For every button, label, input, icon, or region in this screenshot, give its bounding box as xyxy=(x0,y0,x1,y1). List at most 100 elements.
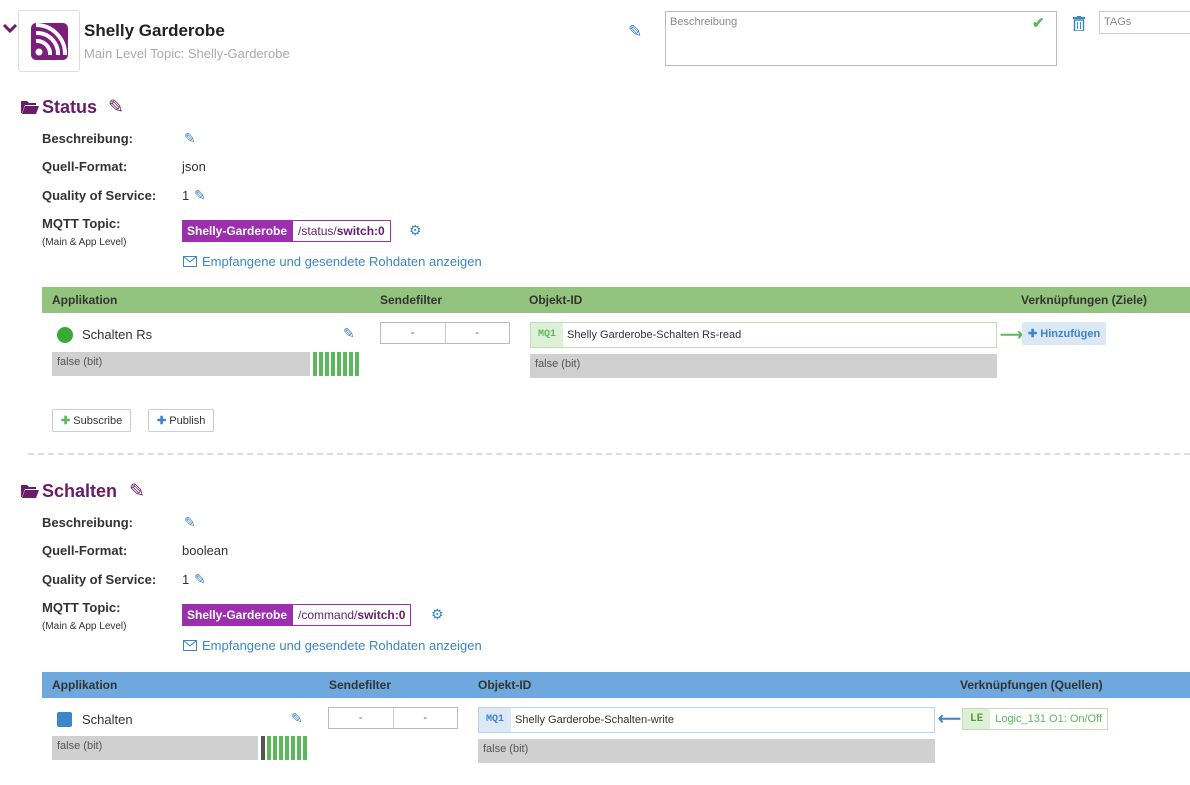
edit-section-pencil-icon[interactable]: ✎ xyxy=(108,96,124,119)
envelope-icon xyxy=(183,640,197,651)
app-name: Schalten xyxy=(82,712,133,727)
send-filter-min[interactable]: - xyxy=(381,323,445,343)
col-sendefilter: Sendefilter xyxy=(380,293,443,307)
qos-value: 1 xyxy=(182,572,190,587)
check-icon[interactable]: ✔ xyxy=(1032,14,1045,32)
col-objekt-id: Objekt-ID xyxy=(478,678,532,692)
object-id-field[interactable]: MQ1 Shelly Garderobe-Schalten Rs-read xyxy=(530,322,997,348)
object-name: Shelly Garderobe-Schalten Rs-read xyxy=(563,323,996,347)
edit-description-pencil-icon[interactable]: ✎ xyxy=(184,514,196,531)
object-value: false (bit) xyxy=(478,739,935,763)
send-filter-max[interactable]: - xyxy=(444,323,510,343)
status-indicator-dot xyxy=(57,327,73,343)
subscribe-button[interactable]: ✚ Subscribe xyxy=(52,409,132,432)
topic-path: /status/ xyxy=(298,224,337,238)
beschreibung-label: Beschreibung: xyxy=(42,515,134,530)
section-divider xyxy=(28,453,1190,455)
qos-label: Quality of Service: xyxy=(42,572,157,587)
app-value: false (bit) xyxy=(52,352,310,376)
topic-leaf: switch:0 xyxy=(357,608,406,622)
format-value: boolean xyxy=(182,543,229,558)
publish-button[interactable]: ✚ Publish xyxy=(148,409,215,432)
col-sendefilter: Sendefilter xyxy=(329,678,392,692)
description-textarea[interactable]: Beschreibung xyxy=(665,11,1057,66)
add-link-button[interactable]: ✚ Hinzufügen xyxy=(1022,322,1107,345)
edit-app-pencil-icon[interactable]: ✎ xyxy=(343,325,355,342)
arrow-left-icon: ⟵ xyxy=(938,711,961,728)
topic-main-level: Shelly-Garderobe xyxy=(182,604,293,626)
object-id-field[interactable]: MQ1 Shelly Garderobe-Schalten-write xyxy=(478,707,935,733)
format-label: Quell-Format: xyxy=(42,159,128,174)
subscribe-label: Subscribe xyxy=(73,415,123,427)
topic-main-level: Shelly-Garderobe xyxy=(182,220,293,242)
object-tag: MQ1 xyxy=(479,708,512,732)
logic-tag: LE xyxy=(963,709,991,729)
format-label: Quell-Format: xyxy=(42,543,128,558)
gear-icon[interactable]: ⚙ xyxy=(409,222,422,239)
plus-icon: ✚ xyxy=(157,415,167,427)
send-filter-max[interactable]: - xyxy=(392,708,458,728)
object-value: false (bit) xyxy=(530,354,997,378)
device-logo xyxy=(18,10,80,72)
trash-icon[interactable] xyxy=(1073,16,1085,31)
status-table-header: Applikation Sendefilter Objekt-ID Verknü… xyxy=(42,287,1190,313)
page-title: Shelly Garderobe xyxy=(84,21,225,40)
topic-leaf: switch:0 xyxy=(336,224,385,238)
col-applikation: Applikation xyxy=(52,293,118,307)
section-title-status: Status xyxy=(42,97,98,117)
mqtt-topic-badge: Shelly-Garderobe /command/switch:0 xyxy=(182,604,412,626)
arrow-right-icon: ⟶ xyxy=(1000,327,1023,344)
object-tag: MQ1 xyxy=(531,323,564,347)
topic-app-level: /status/switch:0 xyxy=(292,220,391,242)
edit-qos-pencil-icon[interactable]: ✎ xyxy=(194,571,206,588)
tags-placeholder: TAGs xyxy=(1104,16,1132,28)
logic-name: Logic_131 O1: On/Off xyxy=(990,709,1108,729)
raw-data-link[interactable]: Empfangene und gesendete Rohdaten anzeig… xyxy=(202,254,482,269)
chevron-down-icon[interactable] xyxy=(2,22,18,34)
col-applikation: Applikation xyxy=(52,678,118,692)
mqtt-topic-sublabel: (Main & App Level) xyxy=(42,237,127,248)
qos-label: Quality of Service: xyxy=(42,188,157,203)
send-filter-min[interactable]: - xyxy=(329,708,393,728)
edit-app-pencil-icon[interactable]: ✎ xyxy=(291,710,303,727)
value-history-bars xyxy=(261,736,307,760)
mqtt-topic-label: MQTT Topic: xyxy=(42,600,121,615)
edit-section-pencil-icon[interactable]: ✎ xyxy=(129,480,145,503)
edit-description-pencil-icon[interactable]: ✎ xyxy=(184,130,196,147)
description-placeholder: Beschreibung xyxy=(670,16,738,28)
topic-app-level: /command/switch:0 xyxy=(292,604,412,626)
schalten-table-header: Applikation Sendefilter Objekt-ID Verknü… xyxy=(42,672,1190,698)
page-subtitle: Main Level Topic: Shelly-Garderobe xyxy=(84,46,290,61)
topic-path: /command/ xyxy=(298,608,358,622)
app-name: Schalten Rs xyxy=(82,327,153,342)
edit-qos-pencil-icon[interactable]: ✎ xyxy=(194,187,206,204)
value-history-bars xyxy=(313,352,359,376)
add-link-label: Hinzufügen xyxy=(1040,328,1101,340)
beschreibung-label: Beschreibung: xyxy=(42,131,134,146)
send-filter[interactable]: - - xyxy=(380,322,510,344)
mqtt-topic-badge: Shelly-Garderobe /status/switch:0 xyxy=(182,220,391,242)
send-filter[interactable]: - - xyxy=(328,707,458,729)
logic-link-badge[interactable]: LE Logic_131 O1: On/Off xyxy=(962,708,1109,730)
format-value: json xyxy=(182,159,206,174)
publish-label: Publish xyxy=(169,415,206,427)
section-title-schalten: Schalten xyxy=(42,481,118,501)
col-objekt-id: Objekt-ID xyxy=(529,293,583,307)
app-type-square xyxy=(57,712,72,727)
col-verknuepfungen: Verknüpfungen (Quellen) xyxy=(960,678,1103,692)
envelope-icon xyxy=(183,256,197,267)
app-value: false (bit) xyxy=(52,736,258,760)
raw-data-link[interactable]: Empfangene und gesendete Rohdaten anzeig… xyxy=(202,638,482,653)
mqtt-topic-sublabel: (Main & App Level) xyxy=(42,621,127,632)
tags-input[interactable]: TAGs xyxy=(1099,11,1190,34)
gear-icon[interactable]: ⚙ xyxy=(431,606,444,623)
folder-open-icon xyxy=(21,485,39,498)
qos-value: 1 xyxy=(182,188,190,203)
rss-icon xyxy=(31,23,68,60)
col-verknuepfungen: Verknüpfungen (Ziele) xyxy=(1021,293,1148,307)
plus-icon: ✚ xyxy=(61,415,71,427)
object-name: Shelly Garderobe-Schalten-write xyxy=(511,708,934,732)
folder-open-icon xyxy=(21,101,39,114)
edit-title-pencil-icon[interactable]: ✎ xyxy=(628,22,642,42)
mqtt-topic-label: MQTT Topic: xyxy=(42,216,121,231)
